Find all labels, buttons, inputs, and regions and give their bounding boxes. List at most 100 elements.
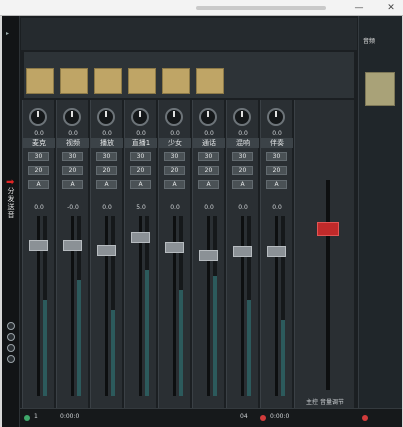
send-value: 0.0: [170, 130, 180, 137]
button-30[interactable]: 30: [164, 152, 185, 161]
effect-pad-5[interactable]: [162, 68, 190, 94]
effect-pads: [24, 52, 354, 98]
send-label: 分发送音: [7, 187, 15, 219]
left-toolbar: ▸ ➡ 分发送音: [2, 16, 20, 427]
channel-name: 视频: [57, 138, 89, 148]
top-toolbar: [21, 18, 357, 50]
button-a[interactable]: A: [62, 180, 83, 189]
meter-fill: [213, 276, 217, 396]
effect-pad-3[interactable]: [94, 68, 122, 94]
play-icon[interactable]: ▸: [6, 30, 16, 37]
right-panel: 音频: [358, 16, 402, 427]
fader-handle[interactable]: [199, 250, 218, 261]
fader-handle[interactable]: [63, 240, 82, 251]
right-panel-label: 音频: [363, 38, 376, 45]
fader-track[interactable]: [139, 216, 142, 396]
fader-handle[interactable]: [97, 245, 116, 256]
fader-handle[interactable]: [267, 246, 286, 257]
meter-fill: [77, 280, 81, 396]
close-button[interactable]: ✕: [384, 2, 398, 14]
effect-pad-1[interactable]: [26, 68, 54, 94]
balance-value: 0.0: [34, 204, 44, 211]
fader-track[interactable]: [105, 216, 108, 396]
send-knob[interactable]: [165, 108, 183, 126]
fader-handle[interactable]: [165, 242, 184, 253]
meter-fill: [281, 320, 285, 396]
status-item-4: 0:00:0: [270, 413, 290, 420]
meter-fill: [179, 290, 183, 396]
fader-handle[interactable]: [233, 246, 252, 257]
fader-track[interactable]: [207, 216, 210, 396]
button-a[interactable]: A: [96, 180, 117, 189]
send-knob[interactable]: [29, 108, 47, 126]
effect-pad-4[interactable]: [128, 68, 156, 94]
button-20[interactable]: 20: [130, 166, 151, 175]
button-20[interactable]: 20: [232, 166, 253, 175]
send-knob[interactable]: [63, 108, 81, 126]
meter-fill: [247, 300, 251, 396]
balance-value: -0.0: [67, 204, 79, 211]
send-value: 0.0: [238, 130, 248, 137]
channel-strip-4: 0.0 直播1 30 20 A 5.0: [124, 100, 157, 410]
fader-handle[interactable]: [29, 240, 48, 251]
send-knob[interactable]: [267, 108, 285, 126]
send-value: 0.0: [136, 130, 146, 137]
button-30[interactable]: 30: [28, 152, 49, 161]
side-button-4[interactable]: [7, 355, 15, 363]
mixer-app: ▸ ➡ 分发送音 0.0 麦克 30 20 A 0.0 0.0 视频 30 20…: [2, 16, 402, 427]
send-knob[interactable]: [199, 108, 217, 126]
button-20[interactable]: 20: [28, 166, 49, 175]
title-bar: — ✕: [0, 0, 403, 16]
channel-name: 通话: [193, 138, 225, 148]
channel-strip-7: 0.0 混响 30 20 A 0.0: [226, 100, 259, 410]
button-a[interactable]: A: [164, 180, 185, 189]
send-knob[interactable]: [131, 108, 149, 126]
button-30[interactable]: 30: [130, 152, 151, 161]
record-indicator: [260, 415, 266, 421]
channel-name: 麦克: [23, 138, 55, 148]
meter-fill: [111, 310, 115, 396]
channel-name: 少女: [159, 138, 191, 148]
status-item-3: 04: [240, 413, 248, 420]
button-20[interactable]: 20: [164, 166, 185, 175]
side-button-1[interactable]: [7, 322, 15, 330]
meter-fill: [43, 300, 47, 396]
button-30[interactable]: 30: [232, 152, 253, 161]
side-button-2[interactable]: [7, 333, 15, 341]
meter-fill: [145, 270, 149, 396]
master-fader-handle[interactable]: [317, 222, 339, 236]
button-a[interactable]: A: [266, 180, 287, 189]
preview-box: [365, 72, 395, 106]
button-a[interactable]: A: [28, 180, 49, 189]
button-20[interactable]: 20: [62, 166, 83, 175]
send-knob[interactable]: [233, 108, 251, 126]
button-20[interactable]: 20: [266, 166, 287, 175]
effect-pad-2[interactable]: [60, 68, 88, 94]
title-accent: [196, 6, 326, 10]
balance-value: 0.0: [238, 204, 248, 211]
button-a[interactable]: A: [130, 180, 151, 189]
channel-strip-5: 0.0 少女 30 20 A 0.0: [158, 100, 191, 410]
send-knob[interactable]: [97, 108, 115, 126]
button-30[interactable]: 30: [96, 152, 117, 161]
fader-handle[interactable]: [131, 232, 150, 243]
status-indicator: [24, 415, 30, 421]
send-value: 0.0: [34, 130, 44, 137]
fader-track[interactable]: [275, 216, 278, 396]
button-30[interactable]: 30: [198, 152, 219, 161]
effect-pad-6[interactable]: [196, 68, 224, 94]
button-a[interactable]: A: [232, 180, 253, 189]
balance-value: 0.0: [170, 204, 180, 211]
fader-track[interactable]: [241, 216, 244, 396]
button-20[interactable]: 20: [198, 166, 219, 175]
minimize-button[interactable]: —: [352, 2, 366, 14]
master-fader-track[interactable]: [326, 180, 330, 390]
button-a[interactable]: A: [198, 180, 219, 189]
status-bar: 1 0:00:0 04 0:00:0: [20, 408, 402, 427]
button-30[interactable]: 30: [266, 152, 287, 161]
side-button-3[interactable]: [7, 344, 15, 352]
button-20[interactable]: 20: [96, 166, 117, 175]
send-value: 0.0: [68, 130, 78, 137]
button-30[interactable]: 30: [62, 152, 83, 161]
channel-name: 播放: [91, 138, 123, 148]
